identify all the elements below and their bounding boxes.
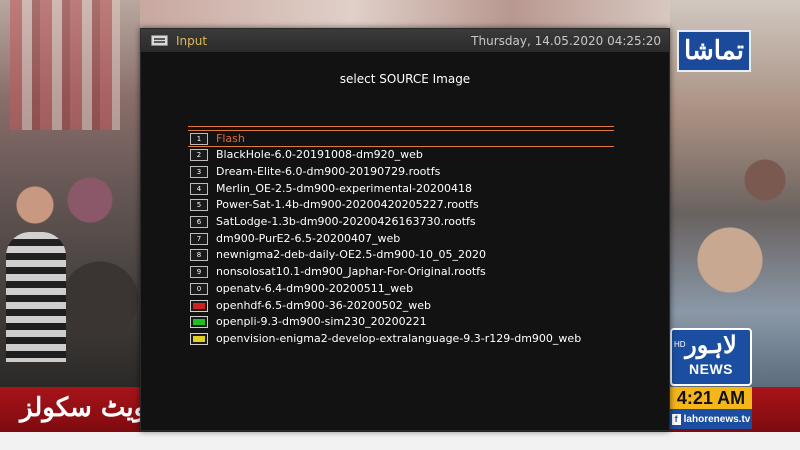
image-list-item[interactable]: 1 Flash (188, 130, 614, 147)
channel-logo: تماشا (677, 30, 751, 72)
image-label: SatLodge-1.3b-dm900-20200426163730.rootf… (216, 215, 476, 229)
image-label: BlackHole-6.0-20191008-dm920_web (216, 148, 423, 162)
dialog-title: Input (176, 34, 208, 48)
image-label: nonsolosat10.1-dm900_Japhar-For-Original… (216, 265, 486, 279)
red-button-icon (190, 299, 208, 312)
website-text: lahorenews.tv (683, 413, 751, 425)
number-key-icon: 0 (190, 282, 208, 295)
person-striped-shirt (6, 232, 66, 362)
image-list-item[interactable]: 8 newnigma2-deb-daily-OE2.5-dm900-10_05_2… (188, 247, 614, 264)
image-label: Flash (216, 131, 245, 145)
image-list-item[interactable]: openvision-enigma2-develop-extralanguage… (188, 331, 614, 348)
image-label: openpli-9.3-dm900-sim230_20200221 (216, 315, 427, 329)
ticker-text: ویٹ سکولز (20, 393, 147, 423)
number-key-icon: 9 (190, 266, 208, 279)
image-label: dm900-PurE2-6.5-20200407_web (216, 231, 401, 245)
number-key-icon: 3 (190, 166, 208, 179)
image-list-item[interactable]: 9 nonsolosat10.1-dm900_Japhar-For-Origina… (188, 264, 614, 281)
source-image-dialog: Input Thursday, 14.05.2020 04:25:20 sele… (140, 28, 670, 431)
image-label: newnigma2-deb-daily-OE2.5-dm900-10_05_20… (216, 248, 487, 262)
image-list-item[interactable]: 3 Dream-Elite-6.0-dm900-20190729.rootfs (188, 164, 614, 181)
image-list-item[interactable]: 6 SatLodge-1.3b-dm900-20200426163730.root… (188, 214, 614, 231)
image-list-item[interactable]: 5 Power-Sat-1.4b-dm900-20200420205227.roo… (188, 197, 614, 214)
image-label: openatv-6.4-dm900-20200511_web (216, 281, 414, 295)
news-channel-logo: HD لاہور NEWS (670, 328, 752, 386)
image-label: openhdf-6.5-dm900-36-20200502_web (216, 298, 431, 312)
dialog-prompt: select SOURCE Image (339, 72, 471, 86)
image-label: openvision-enigma2-develop-extralanguage… (216, 331, 582, 345)
news-logo-word: NEWS (689, 361, 733, 377)
broadcast-clock: 4:21 AM (670, 387, 752, 409)
broadcast-website: f lahorenews.tv (670, 409, 752, 429)
image-list-item[interactable]: openhdf-6.5-dm900-36-20200502_web (188, 297, 614, 314)
image-list-item[interactable]: 2 BlackHole-6.0-20191008-dm920_web (188, 147, 614, 164)
image-list-item[interactable]: 0 openatv-6.4-dm900-20200511_web (188, 281, 614, 298)
dialog-titlebar: Input Thursday, 14.05.2020 04:25:20 (141, 29, 669, 53)
dialog-datetime: Thursday, 14.05.2020 04:25:20 (471, 34, 661, 48)
number-key-icon: 6 (190, 216, 208, 229)
number-key-icon: 2 (190, 149, 208, 162)
keyboard-icon (151, 35, 168, 46)
hd-badge: HD (674, 340, 686, 349)
number-key-icon: 7 (190, 232, 208, 245)
image-label: Power-Sat-1.4b-dm900-20200420205227.root… (216, 198, 479, 212)
green-button-icon (190, 316, 208, 329)
ticker-lower-strip (0, 432, 800, 450)
image-label: Dream-Elite-6.0-dm900-20190729.rootfs (216, 165, 441, 179)
yellow-button-icon (190, 332, 208, 345)
number-key-icon: 1 (190, 132, 208, 145)
number-key-icon: 4 (190, 182, 208, 195)
image-list: 1 Flash 2 BlackHole-6.0-20191008-dm920_web 3… (188, 126, 614, 347)
street-scene-top (140, 0, 670, 28)
facebook-icon: f (671, 413, 681, 425)
number-key-icon: 8 (190, 249, 208, 262)
number-key-icon: 5 (190, 199, 208, 212)
image-list-item[interactable]: 7 dm900-PurE2-6.5-20200407_web (188, 230, 614, 247)
image-list-item[interactable]: 4 Merlin_OE-2.5-dm900-experimental-202004… (188, 180, 614, 197)
image-list-item[interactable]: openpli-9.3-dm900-sim230_20200221 (188, 314, 614, 331)
image-label: Merlin_OE-2.5-dm900-experimental-2020041… (216, 181, 473, 195)
